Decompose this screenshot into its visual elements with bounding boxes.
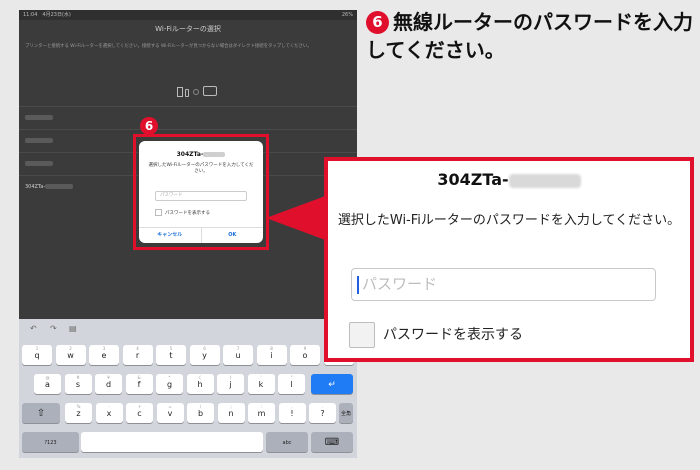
undo-icon[interactable]: ↶	[30, 324, 37, 333]
password-placeholder: パスワード	[362, 275, 438, 293]
key-m[interactable]: :m	[248, 403, 275, 423]
mini-password-input[interactable]: パスワード	[155, 191, 247, 201]
checkbox-icon	[349, 322, 375, 348]
show-password-label: パスワードを表示する	[383, 327, 523, 343]
key-d[interactable]: ¥ d	[95, 374, 122, 394]
keyboard-row-1: 1q2w3e4r5t6y7u8i9o0p	[19, 345, 357, 365]
status-bar: 11:04 4月23日(水) 26%	[19, 10, 357, 20]
key-l[interactable]: " l	[278, 374, 305, 394]
key-s[interactable]: # s	[64, 374, 92, 394]
status-time: 11:04 4月23日(水)	[23, 12, 71, 18]
key-y[interactable]: 6y	[189, 345, 220, 365]
key-k[interactable]: ' k	[247, 374, 275, 394]
keyboard-row-2: @ a # s ¥ d & f * g(h) j ' k " l ↵	[19, 374, 357, 394]
ssid-label: 304ZTa-	[25, 184, 46, 190]
key-b[interactable]: / b	[187, 403, 214, 423]
blurred-ssid	[508, 173, 581, 188]
step-badge-small: 6	[140, 117, 158, 135]
dialog-message: 選択したWi-Fiルーターのパスワードを入力してください。	[337, 213, 681, 228]
blurred-ssid	[25, 161, 53, 166]
key-a[interactable]: @ a	[34, 374, 61, 394]
key-q[interactable]: 1q	[22, 345, 52, 365]
numbers-key[interactable]: ?123	[22, 432, 79, 452]
router-icon	[185, 89, 189, 97]
status-battery: 26%	[341, 12, 353, 18]
redo-icon[interactable]: ↷	[50, 324, 57, 333]
dialog-title: 304ZTa-	[328, 170, 690, 189]
password-dialog-thumbnail: 304ZTa- 選択したWi-Fiルーターのパスワードを入力してください。 パス…	[139, 141, 263, 243]
keyboard-row-4: ?123 abc ⌨	[19, 432, 357, 452]
keyboard-toolbar: ↶ ↷ ▤	[19, 319, 357, 338]
key-i[interactable]: 8i	[256, 345, 287, 365]
blurred-ssid	[45, 184, 74, 189]
key-j[interactable]: ) j	[217, 374, 244, 394]
show-password-checkbox[interactable]: パスワードを表示する	[349, 322, 523, 348]
key-t[interactable]: 5t	[156, 345, 186, 365]
ok-button[interactable]: OK	[202, 228, 264, 243]
blurred-ssid	[203, 152, 226, 157]
paste-icon[interactable]: ▤	[69, 324, 77, 333]
phone-icon	[177, 87, 183, 97]
key-w[interactable]: 2w	[55, 345, 86, 365]
key-![interactable]: ,!	[278, 403, 306, 423]
key-n[interactable]: ; n	[217, 403, 245, 423]
cancel-button[interactable]: キャンセル	[139, 228, 202, 243]
ssid-row[interactable]	[19, 106, 357, 129]
space-key[interactable]	[81, 432, 263, 452]
key-f[interactable]: & f	[125, 374, 153, 394]
nav-title: Wi-Fiルーターの選択	[155, 25, 221, 33]
instruction-text: プリンターと接続する Wi-Fiルーターを選択してください。接続する Wi-Fi…	[25, 44, 312, 49]
key-x[interactable]: -x	[95, 403, 123, 423]
wifi-icon	[193, 89, 199, 95]
blurred-ssid	[25, 138, 53, 143]
callout-arrow-icon	[266, 195, 328, 241]
mini-dialog-buttons: キャンセル OK	[139, 227, 263, 243]
key-v[interactable]: = v	[156, 403, 184, 423]
printer-icon	[203, 86, 217, 96]
hide-keyboard-key[interactable]: ⌨	[311, 432, 353, 452]
text-caret	[357, 276, 359, 294]
mini-show-password-checkbox[interactable]: パスワードを表示する	[155, 209, 210, 217]
key-?[interactable]: .?	[309, 403, 336, 423]
onscreen-keyboard: ↶ ↷ ▤ 1q2w3e4r5t6y7u8i9o0p @a#s¥d&f*g(h)…	[19, 319, 357, 458]
key-h[interactable]: (h	[186, 374, 214, 394]
key-e[interactable]: 3e	[89, 345, 119, 365]
zenkaku-key[interactable]: 全角	[339, 403, 353, 423]
mini-dialog-message: 選択したWi-Fiルーターのパスワードを入力してください。	[148, 163, 254, 174]
keyboard-row-3: % z - x + c = v / b; n: m,!.? ⇧ 全角	[19, 403, 357, 423]
return-key[interactable]: ↵	[311, 374, 353, 394]
key-u[interactable]: 7u	[223, 345, 253, 365]
key-g[interactable]: * g	[156, 374, 183, 394]
password-dialog-enlarged: 304ZTa- 選択したWi-Fiルーターのパスワードを入力してください。 パス…	[324, 157, 694, 362]
heading-text: 無線ルーターのパスワードを入力してください。	[366, 10, 693, 62]
device-connection-icons	[159, 84, 219, 98]
key-c[interactable]: + c	[126, 403, 153, 423]
abc-key[interactable]: abc	[266, 432, 308, 452]
step-badge: 6	[366, 11, 389, 34]
shift-key[interactable]: ⇧	[22, 403, 60, 423]
mini-dialog-title: 304ZTa-	[139, 151, 263, 158]
key-o[interactable]: 9o	[290, 345, 320, 365]
key-z[interactable]: % z	[65, 403, 92, 423]
blurred-ssid	[25, 115, 53, 120]
password-input[interactable]: パスワード	[351, 268, 656, 301]
checkbox-icon	[155, 209, 162, 216]
step-heading: 6 無線ルーターのパスワードを入力してください。	[366, 8, 696, 64]
key-r[interactable]: 4r	[122, 345, 153, 365]
